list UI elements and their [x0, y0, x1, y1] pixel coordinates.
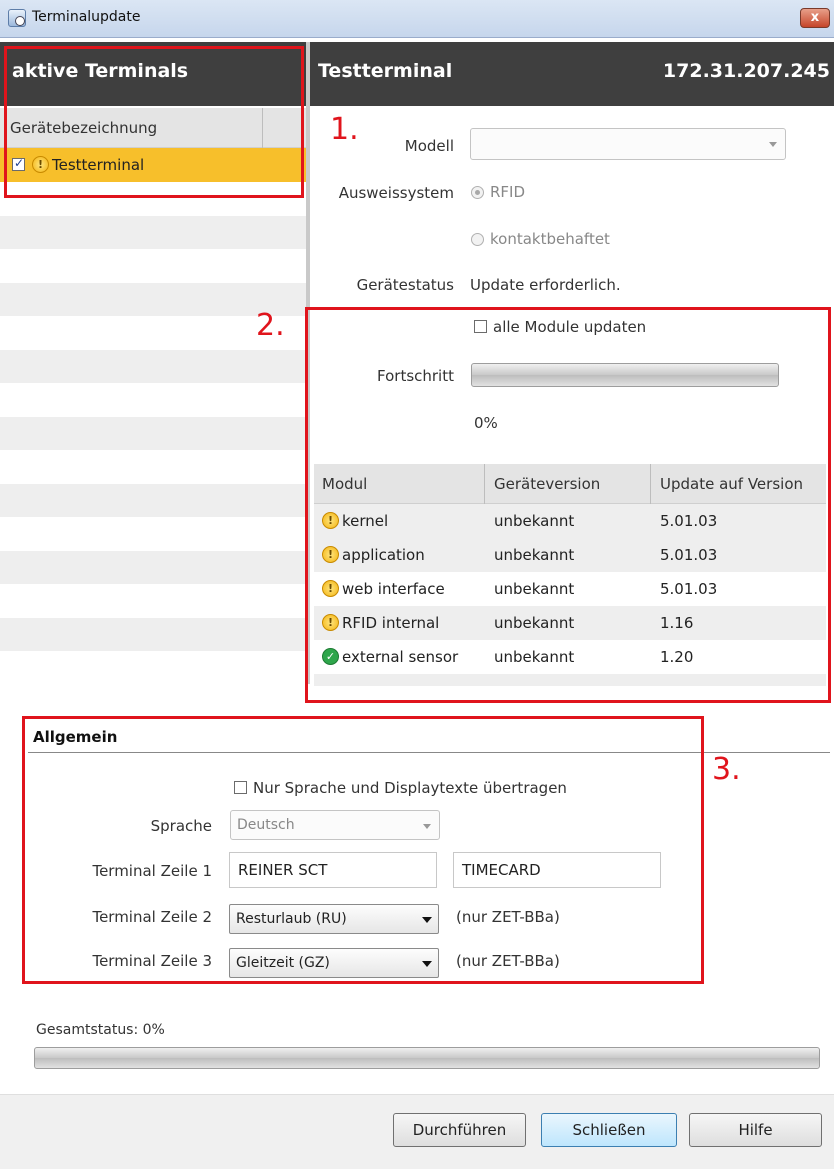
gesamtstatus-progress-bar: [34, 1047, 820, 1069]
modell-label: Modell: [404, 137, 454, 155]
app-icon: [8, 9, 26, 27]
window-title: Terminalupdate: [32, 9, 141, 25]
terminal-detail-header: Testterminal 172.31.207.245: [310, 42, 834, 106]
detail-terminal-ip: 172.31.207.245: [662, 60, 830, 82]
geraetestatus-value: Update erforderlich.: [470, 276, 621, 294]
schliessen-button[interactable]: Schließen: [541, 1113, 677, 1147]
radio-kontaktbehaftet[interactable]: [471, 233, 484, 246]
modell-combo[interactable]: [470, 128, 786, 160]
detail-terminal-name: Testterminal: [318, 60, 453, 82]
annotation-number-2: 2.: [256, 308, 285, 343]
annotation-box-2: [305, 307, 831, 703]
ausweissystem-label: Ausweissystem: [338, 184, 454, 202]
durchfuehren-button[interactable]: Durchführen: [393, 1113, 526, 1147]
radio-rfid[interactable]: [471, 186, 484, 199]
hilfe-button[interactable]: Hilfe: [689, 1113, 822, 1147]
chevron-down-icon: [769, 142, 777, 147]
title-bar: Terminalupdate x: [0, 0, 834, 38]
geraetestatus-label: Gerätestatus: [356, 276, 454, 294]
terminal-list-empty-rows: [0, 182, 306, 685]
radio-kontaktbehaftet-label: kontaktbehaftet: [490, 230, 610, 248]
radio-rfid-label: RFID: [490, 183, 526, 201]
annotation-number-3: 3.: [712, 752, 741, 787]
close-button[interactable]: x: [800, 8, 830, 28]
gesamtstatus-label: Gesamtstatus: 0%: [36, 1022, 165, 1038]
annotation-box-1: [4, 46, 304, 198]
annotation-box-3: [22, 716, 704, 984]
annotation-number-1: 1.: [330, 112, 359, 147]
